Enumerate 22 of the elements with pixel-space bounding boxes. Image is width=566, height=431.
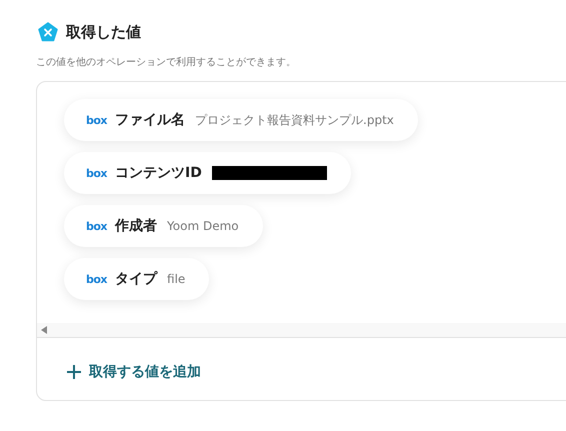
section-description: この値を他のオペレーションで利用することができます。: [36, 56, 297, 69]
value-chip[interactable]: box 作成者 Yoom Demo: [64, 205, 263, 247]
plus-icon: [67, 365, 81, 380]
scroll-left-icon[interactable]: [41, 326, 47, 334]
box-logo: box: [86, 114, 108, 126]
value-label: ファイル名: [115, 111, 186, 129]
box-logo: box: [86, 220, 108, 232]
box-logo: box: [86, 166, 108, 180]
value-text: プロジェクト報告資料サンプル.pptx: [195, 112, 394, 128]
value-label: タイプ: [115, 270, 158, 288]
value-label: 作成者: [115, 217, 158, 235]
value-text: file: [167, 272, 186, 286]
value-label: コンテンツID: [115, 164, 202, 182]
value-chip[interactable]: box コンテンツID: [64, 152, 351, 194]
variable-icon: [38, 22, 58, 42]
value-chip[interactable]: box ファイル名 プロジェクト報告資料サンプル.pptx: [64, 99, 418, 141]
horizontal-scrollbar[interactable]: [37, 323, 566, 338]
value-chip[interactable]: box タイプ file: [64, 258, 210, 300]
box-logo: box: [86, 272, 108, 286]
add-value-button[interactable]: 取得する値を追加: [67, 359, 201, 386]
section-title: 取得した値: [66, 22, 141, 42]
value-text: Yoom Demo: [167, 219, 239, 233]
